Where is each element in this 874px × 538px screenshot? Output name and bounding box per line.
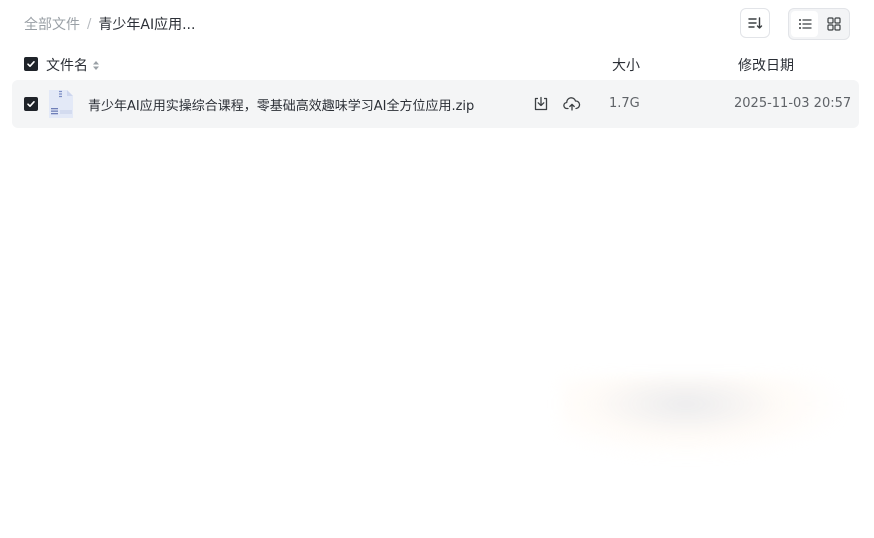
file-modified-date: 2025-11-03 20:57: [734, 96, 852, 111]
grid-view-button[interactable]: [820, 11, 847, 37]
breadcrumb-separator: /: [87, 16, 92, 32]
file-checkbox[interactable]: [24, 97, 38, 111]
checkmark-icon: [27, 61, 35, 67]
column-header: 文件名 大小 修改日期: [24, 55, 854, 75]
column-name-header[interactable]: 文件名: [46, 55, 100, 75]
file-name[interactable]: 青少年AI应用实操综合课程，零基础高效趣味学习AI全方位应用.zip: [88, 95, 474, 114]
sort-button[interactable]: [740, 8, 770, 38]
file-row[interactable]: 青少年AI应用实操综合课程，零基础高效趣味学习AI全方位应用.zip 1.7G …: [12, 80, 859, 128]
breadcrumb-root[interactable]: 全部文件: [24, 14, 80, 34]
save-to-cloud-button[interactable]: [563, 95, 581, 113]
list-view-icon: [798, 19, 812, 29]
list-view-button[interactable]: [791, 11, 818, 37]
breadcrumb: 全部文件 / 青少年AI应用...: [24, 14, 195, 34]
column-name-label: 文件名: [46, 58, 88, 74]
column-size-header: 大小: [612, 58, 640, 74]
sort-lines-icon: [748, 17, 763, 29]
checkmark-icon: [27, 101, 35, 107]
download-icon: [534, 96, 548, 111]
file-size: 1.7G: [609, 96, 640, 111]
grid-view-icon: [826, 17, 841, 31]
sort-arrows-icon[interactable]: [92, 60, 100, 71]
file-manager: 全部文件 / 青少年AI应用... 文件名 大小 修改日期 青少年AI应用实操综…: [0, 0, 874, 538]
decorative-glow: [560, 376, 840, 456]
select-all-checkbox[interactable]: [24, 57, 38, 71]
breadcrumb-current: 青少年AI应用...: [98, 17, 196, 33]
zip-file-icon: [49, 90, 73, 118]
cloud-upload-icon: [563, 97, 581, 111]
view-toggle: [788, 8, 850, 40]
download-button[interactable]: [532, 95, 550, 113]
column-date-header: 修改日期: [738, 58, 794, 74]
